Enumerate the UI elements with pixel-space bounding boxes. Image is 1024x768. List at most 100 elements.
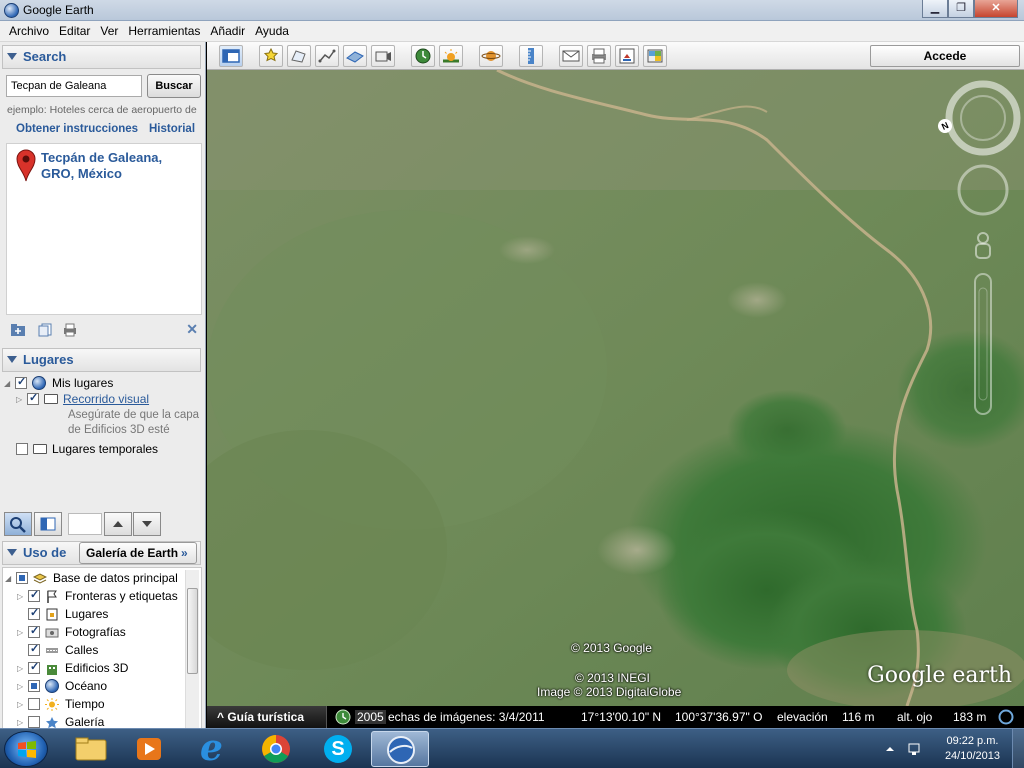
navigation-controls[interactable]: [943, 78, 1021, 428]
imagery-year-badge[interactable]: 2005: [355, 710, 386, 724]
search-result-link[interactable]: Tecpán de Galeana, GRO, México: [41, 150, 196, 182]
earth-gallery-button[interactable]: Galería de Earth»: [79, 542, 197, 564]
place-square-icon: [46, 608, 58, 620]
add-to-places-icon[interactable]: [10, 323, 26, 337]
imagery-date: echas de imágenes: 3/4/2011: [388, 710, 545, 724]
network-icon[interactable]: [906, 740, 924, 758]
checkbox[interactable]: [27, 391, 39, 405]
directions-link[interactable]: Obtener instrucciones: [16, 123, 138, 135]
checkbox[interactable]: [28, 680, 40, 692]
start-button[interactable]: [4, 731, 48, 767]
view-in-maps-button[interactable]: [643, 45, 667, 67]
add-path-button[interactable]: [315, 45, 339, 67]
search-button[interactable]: Buscar: [147, 74, 201, 98]
zoom-slider[interactable]: [974, 273, 992, 415]
sunlight-button[interactable]: [439, 45, 463, 67]
layer-3d-buildings[interactable]: ▷ Edificios 3D: [17, 660, 128, 676]
layer-photos[interactable]: ▷ Fotografías: [17, 624, 126, 640]
expand-icon[interactable]: ◢: [4, 379, 12, 388]
taskbar-internet-explorer[interactable]: e: [184, 727, 242, 768]
layers-scrollbar[interactable]: [185, 570, 199, 728]
look-joystick[interactable]: [957, 164, 1009, 216]
taskbar-google-earth[interactable]: [371, 731, 429, 767]
taskbar-explorer[interactable]: [62, 731, 120, 767]
compass-ring[interactable]: [945, 80, 1021, 156]
sidebar-button[interactable]: [219, 45, 243, 67]
print-icon[interactable]: [62, 323, 78, 337]
minimize-button[interactable]: ▁: [922, 0, 948, 18]
layer-primary-database[interactable]: ◢ Base de datos principal: [5, 570, 178, 586]
tour-guide-button[interactable]: ^ Guía turística: [207, 706, 327, 728]
historical-imagery-button[interactable]: [411, 45, 435, 67]
checkbox[interactable]: [16, 443, 28, 455]
historical-clock-icon[interactable]: [335, 709, 351, 725]
tree-item-my-places[interactable]: ◢ Mis lugares: [4, 375, 113, 391]
checkbox[interactable]: [28, 660, 40, 674]
expand-icon[interactable]: ▷: [17, 628, 25, 637]
checkbox[interactable]: [28, 588, 40, 602]
close-button[interactable]: ✕: [974, 0, 1018, 18]
ruler-button[interactable]: [519, 45, 543, 67]
add-overlay-button[interactable]: [343, 45, 367, 67]
save-image-button[interactable]: [615, 45, 639, 67]
expand-icon[interactable]: ▷: [16, 395, 24, 404]
street-view-pegman-icon[interactable]: [975, 232, 991, 259]
tree-item-visual-tour[interactable]: ▷ Recorrido visual: [16, 391, 149, 407]
scroll-thumb[interactable]: [187, 588, 198, 674]
checkbox[interactable]: [28, 698, 40, 710]
add-polygon-button[interactable]: [287, 45, 311, 67]
menu-herramientas[interactable]: Herramientas: [123, 24, 205, 38]
taskbar-skype[interactable]: S: [309, 731, 367, 767]
layer-roads[interactable]: Calles: [17, 642, 98, 658]
expand-icon[interactable]: ▷: [17, 718, 25, 727]
menu-ayuda[interactable]: Ayuda: [250, 24, 294, 38]
email-button[interactable]: [559, 45, 583, 67]
checkbox[interactable]: [28, 716, 40, 728]
expand-icon[interactable]: ▷: [17, 682, 25, 691]
checkbox[interactable]: [28, 624, 40, 638]
printer-icon: [592, 48, 606, 64]
menu-ver[interactable]: Ver: [95, 24, 123, 38]
media-player-icon: [137, 738, 161, 760]
search-mode-button[interactable]: [4, 512, 32, 536]
switch-planet-button[interactable]: [479, 45, 503, 67]
menu-anadir[interactable]: Añadir: [205, 24, 250, 38]
clock[interactable]: 09:22 p.m. 24/10/2013: [945, 734, 1000, 764]
places-panel-header[interactable]: Lugares: [2, 348, 201, 372]
layer-places[interactable]: Lugares: [17, 606, 108, 622]
search-panel-header[interactable]: Search: [2, 45, 201, 69]
maximize-button[interactable]: ❐: [948, 0, 974, 18]
checkbox[interactable]: [28, 642, 40, 656]
tray-expand-icon[interactable]: [884, 743, 896, 755]
checkbox[interactable]: [16, 572, 28, 584]
menu-archivo[interactable]: Archivo: [4, 24, 54, 38]
expand-icon[interactable]: ▷: [17, 664, 25, 673]
tree-item-link[interactable]: Recorrido visual: [63, 392, 149, 406]
layer-gallery[interactable]: ▷ Galería: [17, 714, 104, 728]
checkbox[interactable]: [15, 375, 27, 389]
map-view[interactable]: N © 2013 Google © 2013 INEGI Image © 201…: [207, 70, 1024, 706]
menu-editar[interactable]: Editar: [54, 24, 95, 38]
add-placemark-button[interactable]: [259, 45, 283, 67]
sidebar-toggle-button[interactable]: [34, 512, 62, 536]
tree-item-temporary-places[interactable]: Lugares temporales: [16, 441, 158, 457]
layer-borders[interactable]: ▷ Fronteras y etiquetas: [17, 588, 178, 604]
expand-icon[interactable]: ◢: [5, 574, 13, 583]
expand-icon[interactable]: ▷: [17, 592, 25, 601]
expand-icon[interactable]: ▷: [17, 700, 25, 709]
search-input[interactable]: [6, 75, 142, 97]
print-button[interactable]: [587, 45, 611, 67]
taskbar-chrome[interactable]: [247, 731, 305, 767]
sign-in-button[interactable]: Accede: [870, 45, 1020, 67]
move-down-button[interactable]: [133, 512, 161, 536]
record-tour-button[interactable]: [371, 45, 395, 67]
taskbar-media-player[interactable]: [120, 731, 178, 767]
copy-icon[interactable]: [38, 323, 54, 337]
layer-weather[interactable]: ▷ Tiempo: [17, 696, 105, 712]
history-link[interactable]: Historial: [149, 123, 195, 135]
checkbox[interactable]: [28, 606, 40, 620]
clear-search-icon[interactable]: ✕: [186, 321, 198, 338]
move-up-button[interactable]: [104, 512, 132, 536]
show-desktop-button[interactable]: [1012, 729, 1024, 768]
layer-ocean[interactable]: ▷ Océano: [17, 678, 107, 694]
